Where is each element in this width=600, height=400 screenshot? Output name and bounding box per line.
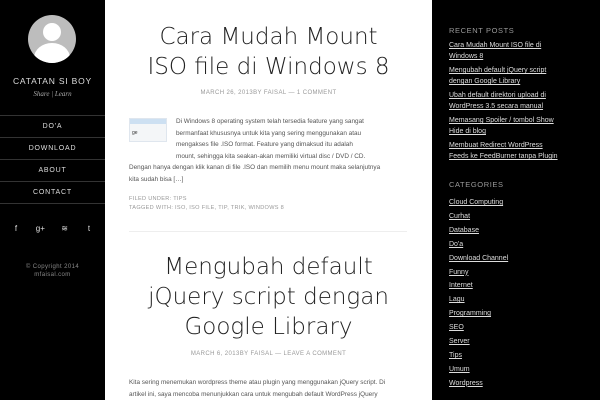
recent-posts-title: Recent Posts	[449, 26, 515, 35]
avatar-head-shape	[43, 23, 61, 41]
post-title-line: Google Library	[184, 314, 353, 340]
category-link[interactable]: Cloud Computing	[449, 196, 589, 210]
excerpt-line: Dengan hanya dengan klik kanan di file .…	[129, 164, 381, 171]
excerpt-line: Kita sering menemukan wordpress theme at…	[129, 379, 386, 386]
site-description: Share | Learn	[33, 90, 72, 98]
categories-title: Categories	[449, 180, 504, 189]
recent-post-line: Feeds ke FeedBurner tanpa Plugin	[449, 153, 558, 160]
category-link[interactable]: Curhat	[449, 210, 589, 224]
recent-post-link[interactable]: Mengubah default jQuery script dengan Goo…	[449, 65, 589, 87]
category-link[interactable]: Server	[449, 335, 589, 349]
post-title-line: jQuery script dengan	[148, 284, 389, 310]
excerpt-line: mengakses file .ISO format. Feature yang…	[176, 141, 353, 148]
main-nav: Do'a Download About Contact	[0, 115, 105, 204]
excerpt-line: mount, sehingga kita seakan-akan memilik…	[176, 152, 366, 160]
left-sidebar: Catatan Si Boy Share | Learn Do'a Downlo…	[0, 0, 105, 400]
post-title-line: Mengubah default	[164, 254, 373, 280]
category-link[interactable]: Lagu	[449, 293, 589, 307]
social-links: f g+ ≋ t	[10, 223, 95, 235]
excerpt-line: bermanfaat khususnya untuk kita yang ser…	[176, 129, 362, 137]
avatar[interactable]	[28, 15, 76, 63]
recent-post-line: Hide di blog	[449, 128, 486, 135]
post-thumbnail[interactable]: ge	[129, 118, 167, 142]
recent-post-line: WordPress 3.5 secara manual	[449, 103, 544, 110]
site-title[interactable]: Catatan Si Boy	[0, 76, 105, 86]
post-excerpt: Di Windows 8 operating system telah ters…	[176, 116, 408, 162]
category-link[interactable]: Do'a	[449, 238, 589, 252]
copyright-site: mfaisal.com	[34, 272, 71, 278]
categories-list: Cloud Computing Curhat Database Do'a Dow…	[449, 196, 589, 391]
nav-item-about[interactable]: About	[0, 160, 105, 182]
recent-post-line: Membuat Redirect WordPress	[449, 142, 543, 149]
post-meta: March 26, 2013By Faisal — 1 Comment	[200, 90, 337, 96]
recent-post-link[interactable]: Memasang Spoiler / tombol Show Hide di bl…	[449, 115, 589, 137]
recent-post-line: Cara Mudah Mount ISO file di	[449, 42, 542, 49]
google-plus-icon[interactable]: g+	[34, 223, 46, 235]
excerpt-line: kita sudah bisa […]	[129, 175, 184, 183]
category-link[interactable]: Funny	[449, 266, 589, 280]
category-link[interactable]: Internet	[449, 279, 589, 293]
main-content: Cara Mudah Mount ISO file di Windows 8 M…	[105, 0, 432, 400]
copyright-line: © Copyright 2014	[25, 264, 80, 270]
rss-icon[interactable]: ≋	[59, 223, 71, 235]
excerpt-line: artikel ini, saya mencoba menunjukkan ca…	[129, 390, 378, 398]
nav-item-doa[interactable]: Do'a	[0, 116, 105, 138]
post-title-line: Cara Mudah Mount	[159, 24, 378, 50]
recent-post-line: Ubah default direktori upload di	[449, 92, 546, 99]
recent-post-line: Memasang Spoiler / tombol Show	[449, 117, 554, 124]
filed-under[interactable]: Filed Under: Tips	[129, 195, 284, 204]
category-link[interactable]: Tips	[449, 349, 589, 363]
recent-post-line: Windows 8	[449, 53, 484, 60]
avatar-body-shape	[34, 43, 70, 63]
category-link[interactable]: Umum	[449, 363, 589, 377]
post-title-line: ISO file di Windows 8	[147, 54, 390, 80]
tagged-with[interactable]: Tagged With: ISO, ISO file, Tip, Trik, W…	[129, 204, 284, 213]
excerpt-line: Di Windows 8 operating system telah ters…	[176, 118, 364, 125]
category-link[interactable]: Database	[449, 224, 589, 238]
recent-post-line: dengan Google Library	[449, 78, 521, 85]
recent-posts-list: Cara Mudah Mount ISO file di Windows 8 Me…	[449, 40, 589, 165]
category-link[interactable]: Wordpress	[449, 377, 589, 391]
recent-post-link[interactable]: Cara Mudah Mount ISO file di Windows 8	[449, 40, 589, 62]
recent-post-line: Mengubah default jQuery script	[449, 67, 547, 74]
right-sidebar: Recent Posts Cara Mudah Mount ISO file d…	[432, 0, 600, 400]
nav-item-download[interactable]: Download	[0, 138, 105, 160]
nav-item-contact[interactable]: Contact	[0, 182, 105, 204]
post-excerpt-continued: Dengan hanya dengan klik kanan di file .…	[129, 162, 414, 185]
post-footer: Filed Under: Tips Tagged With: ISO, ISO …	[129, 195, 284, 213]
facebook-icon[interactable]: f	[10, 223, 22, 235]
thumbnail-label: ge	[132, 130, 138, 136]
category-link[interactable]: Programming	[449, 307, 589, 321]
category-link[interactable]: SEO	[449, 321, 589, 335]
category-link[interactable]: Download Channel	[449, 252, 589, 266]
twitter-icon[interactable]: t	[83, 223, 95, 235]
post-meta: March 6, 2013By Faisal — Leave a Comment	[190, 351, 347, 357]
recent-post-link[interactable]: Membuat Redirect WordPress Feeds ke FeedB…	[449, 140, 589, 162]
post-excerpt: Kita sering menemukan wordpress theme at…	[129, 377, 414, 400]
post-title[interactable]: Mengubah default jQuery script dengan Go…	[105, 252, 432, 342]
copyright: © Copyright 2014 mfaisal.com	[0, 263, 105, 279]
post-divider	[129, 231, 407, 232]
post-title[interactable]: Cara Mudah Mount ISO file di Windows 8	[105, 22, 432, 82]
thumbnail-bar	[130, 119, 166, 124]
recent-post-link[interactable]: Ubah default direktori upload di WordPres…	[449, 90, 589, 112]
